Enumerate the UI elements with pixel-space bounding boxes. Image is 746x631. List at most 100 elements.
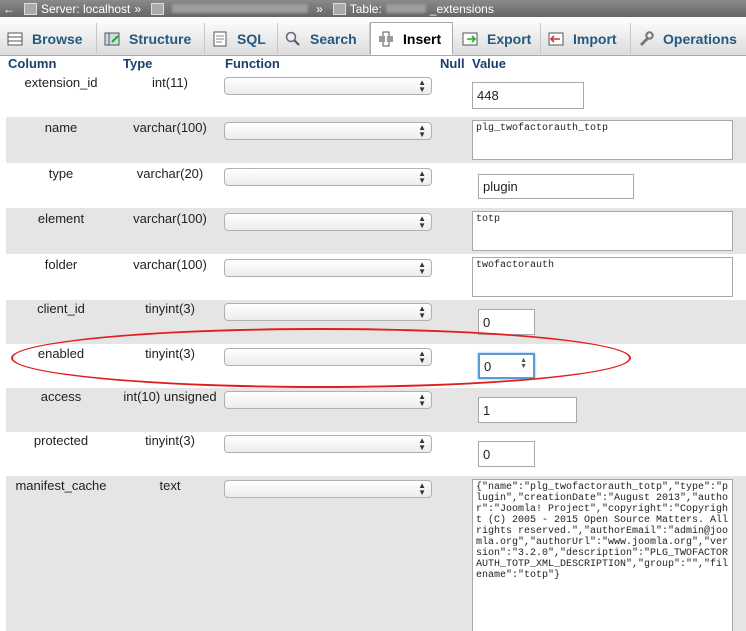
- select-arrows-icon: ▲ ▼: [418, 436, 426, 452]
- breadcrumb-sep: »: [316, 1, 323, 16]
- function-select[interactable]: ▲ ▼: [224, 122, 432, 140]
- value-input[interactable]: plugin: [478, 174, 634, 199]
- column-type: varchar(20): [136, 166, 204, 181]
- value-textarea[interactable]: plg_twofactorauth_totp: [472, 120, 733, 160]
- select-arrows-icon: ▲ ▼: [418, 169, 426, 185]
- tab-label: Search: [310, 30, 357, 47]
- function-select[interactable]: ▲ ▼: [224, 348, 432, 366]
- breadcrumb-server[interactable]: Server: localhost: [41, 2, 130, 16]
- column-name: element: [37, 211, 85, 226]
- column-name: extension_id: [24, 75, 98, 90]
- structure-icon: [103, 31, 121, 47]
- function-select[interactable]: ▲ ▼: [224, 77, 432, 95]
- select-arrows-icon: ▲ ▼: [418, 214, 426, 230]
- select-arrows-icon: ▲ ▼: [418, 123, 426, 139]
- function-select[interactable]: ▲ ▼: [224, 303, 432, 321]
- select-arrows-icon: ▲ ▼: [418, 349, 426, 365]
- value-input[interactable]: 0: [478, 309, 535, 335]
- breadcrumb-sep: »: [134, 1, 142, 16]
- column-type: text: [159, 478, 181, 493]
- tab-operations[interactable]: Operations: [631, 23, 746, 54]
- column-name: folder: [44, 257, 78, 272]
- tab-search[interactable]: Search: [278, 23, 370, 54]
- tab-label: Browse: [32, 30, 83, 47]
- column-type: varchar(100): [133, 257, 207, 272]
- breadcrumb-database-redacted[interactable]: [172, 4, 309, 13]
- column-name: type: [48, 166, 74, 181]
- header-type: Type: [123, 56, 153, 71]
- function-select[interactable]: ▲ ▼: [224, 168, 432, 186]
- column-name: access: [40, 389, 82, 404]
- spinner-arrows-icon[interactable]: ▲ ▼: [520, 357, 527, 370]
- breadcrumb-table-name[interactable]: _extensions: [430, 2, 494, 16]
- table-row: manifest_cache text ▲ ▼ {"name":"plg_twof…: [6, 476, 746, 631]
- tab-label: Operations: [663, 30, 737, 47]
- header-column: Column: [8, 56, 57, 71]
- value-input[interactable]: 448: [472, 82, 584, 109]
- select-arrows-icon: ▲ ▼: [418, 304, 426, 320]
- select-arrows-icon: ▲ ▼: [418, 481, 426, 497]
- sql-icon: [211, 31, 229, 47]
- server-icon: [24, 2, 37, 15]
- table-row: name varchar(100) ▲ ▼ plg_twofactorauth_t…: [6, 117, 746, 163]
- column-type: tinyint(3): [145, 433, 195, 448]
- column-type: tinyint(3): [145, 346, 195, 361]
- column-name: name: [44, 120, 78, 135]
- value-textarea[interactable]: twofactorauth: [472, 257, 733, 297]
- breadcrumb-table-label[interactable]: Table:: [350, 2, 382, 16]
- select-arrows-icon: ▲ ▼: [418, 78, 426, 94]
- export-icon: [461, 31, 479, 47]
- browse-icon: [6, 31, 24, 47]
- tab-browse[interactable]: Browse: [0, 23, 97, 54]
- value-input[interactable]: 0: [478, 441, 535, 467]
- tab-structure[interactable]: Structure: [97, 23, 205, 54]
- value-textarea[interactable]: totp: [472, 211, 733, 251]
- select-arrows-icon: ▲ ▼: [418, 392, 426, 408]
- header-null: Null: [440, 56, 465, 71]
- table-header: Column Type Function Null Value: [0, 56, 746, 71]
- column-name: protected: [33, 433, 89, 448]
- breadcrumb-table-prefix-redacted[interactable]: [385, 4, 426, 13]
- tab-label: Structure: [129, 30, 192, 47]
- tab-label: Export: [487, 30, 532, 47]
- column-name: client_id: [37, 301, 85, 316]
- function-select[interactable]: ▲ ▼: [224, 391, 432, 409]
- select-arrows-icon: ▲ ▼: [418, 260, 426, 276]
- import-icon: [547, 31, 565, 47]
- tab-insert[interactable]: Insert: [370, 22, 453, 55]
- table-row: extension_id int(11) ▲ ▼ 448: [6, 72, 746, 117]
- value-textarea[interactable]: {"name":"plg_twofactorauth_totp","type":…: [472, 479, 733, 631]
- tab-label: Import: [573, 30, 617, 47]
- table-row: client_id tinyint(3) ▲ ▼ 0: [6, 300, 746, 344]
- header-function: Function: [225, 56, 280, 71]
- function-select[interactable]: ▲ ▼: [224, 213, 432, 231]
- tab-label: SQL: [237, 30, 266, 47]
- breadcrumb: ← Server: localhost » » Table: _extensio…: [0, 0, 746, 17]
- database-icon: [151, 2, 165, 15]
- table-row: protected tinyint(3) ▲ ▼ 0: [6, 432, 746, 476]
- column-type: varchar(100): [133, 120, 207, 135]
- table-row: access int(10) unsigned ▲ ▼ 1: [6, 388, 746, 432]
- insert-icon: [377, 31, 395, 47]
- value-text: 0: [484, 358, 492, 374]
- column-name: enabled: [37, 346, 85, 361]
- tab-bar: Browse Structure SQL Search Insert Expor…: [0, 17, 746, 56]
- tab-import[interactable]: Import: [541, 23, 631, 54]
- header-value: Value: [472, 56, 506, 71]
- back-arrow-icon[interactable]: ←: [0, 2, 18, 16]
- table-row: folder varchar(100) ▲ ▼ twofactorauth: [6, 254, 746, 300]
- column-type: tinyint(3): [145, 301, 195, 316]
- tab-sql[interactable]: SQL: [205, 23, 278, 54]
- table-row: enabled tinyint(3) ▲ ▼ 0 ▲ ▼: [6, 344, 746, 388]
- function-select[interactable]: ▲ ▼: [224, 480, 432, 498]
- value-input[interactable]: 1: [478, 397, 577, 423]
- value-number-input[interactable]: 0 ▲ ▼: [478, 353, 535, 379]
- function-select[interactable]: ▲ ▼: [224, 435, 432, 453]
- function-select[interactable]: ▲ ▼: [224, 259, 432, 277]
- tab-export[interactable]: Export: [455, 23, 541, 54]
- tab-label: Insert: [403, 30, 442, 47]
- wrench-icon: [637, 30, 655, 47]
- column-type: varchar(100): [133, 211, 207, 226]
- table-icon: [332, 2, 346, 15]
- column-name: manifest_cache: [15, 478, 107, 493]
